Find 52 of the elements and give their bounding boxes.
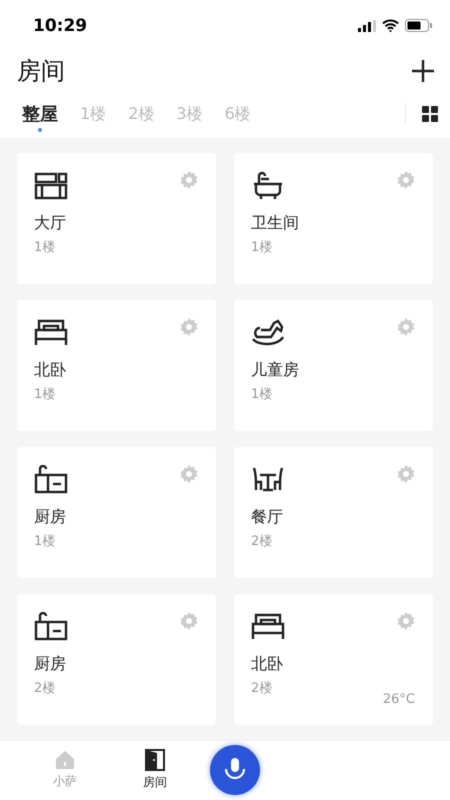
voice-button[interactable]: [210, 745, 260, 796]
room-card[interactable]: 北卧 1楼: [17, 300, 216, 431]
door-icon: [145, 749, 165, 772]
room-floor: 1楼: [34, 386, 56, 403]
floor-tab[interactable]: 整屋: [12, 94, 68, 134]
room-card[interactable]: 儿童房 1楼: [234, 300, 433, 431]
sofa-icon: [34, 170, 68, 201]
add-icon[interactable]: [412, 60, 434, 82]
bed-icon: [34, 318, 68, 348]
room-name: 厨房: [34, 506, 67, 528]
room-name: 厨房: [34, 654, 67, 675]
settings-icon[interactable]: [397, 612, 415, 630]
nav-tab[interactable]: 房间: [110, 748, 200, 792]
room-floor: 1楼: [34, 238, 56, 256]
room-floor: 2楼: [251, 680, 274, 697]
room-floor: 2楼: [34, 680, 56, 697]
signal-icon: [358, 20, 376, 32]
room-floor: 1楼: [251, 238, 274, 256]
settings-icon[interactable]: [397, 170, 415, 189]
settings-icon[interactable]: [180, 318, 198, 336]
grid-view-icon[interactable]: [422, 106, 438, 122]
settings-icon[interactable]: [397, 464, 415, 483]
room-name: 餐厅: [251, 506, 284, 528]
room-card[interactable]: 厨房 2楼: [17, 594, 216, 725]
kitchen-sink-icon: [34, 464, 68, 495]
settings-icon[interactable]: [180, 170, 198, 189]
room-card[interactable]: 卫生间 1楼: [234, 152, 433, 284]
bathtub-icon: [251, 170, 285, 201]
room-name: 儿童房: [251, 360, 300, 381]
room-floor: 1楼: [34, 532, 56, 550]
wifi-icon: [382, 19, 399, 32]
room-card[interactable]: 餐厅 2楼: [234, 446, 433, 578]
settings-icon[interactable]: [180, 612, 198, 630]
room-card[interactable]: 大厅 1楼: [17, 152, 216, 284]
status-time: 10:29: [33, 16, 88, 36]
room-temperature: 26°C: [382, 692, 415, 707]
home-icon: [55, 750, 75, 770]
room-name: 北卧: [251, 654, 284, 675]
room-floor: 2楼: [251, 532, 274, 550]
settings-icon[interactable]: [180, 464, 198, 483]
room-floor: 1楼: [251, 386, 274, 403]
room-name: 大厅: [34, 212, 67, 234]
bed-icon: [251, 612, 285, 642]
kitchen-sink-icon: [34, 612, 68, 642]
room-name: 北卧: [34, 360, 67, 381]
page-title: 房间: [17, 56, 65, 87]
rocking-horse-icon: [251, 318, 285, 348]
settings-icon[interactable]: [397, 318, 415, 336]
room-card[interactable]: 厨房 1楼: [17, 446, 216, 578]
battery-icon: [405, 19, 432, 32]
room-card[interactable]: 北卧 2楼 26°C: [234, 594, 433, 725]
room-name: 卫生间: [251, 212, 300, 234]
